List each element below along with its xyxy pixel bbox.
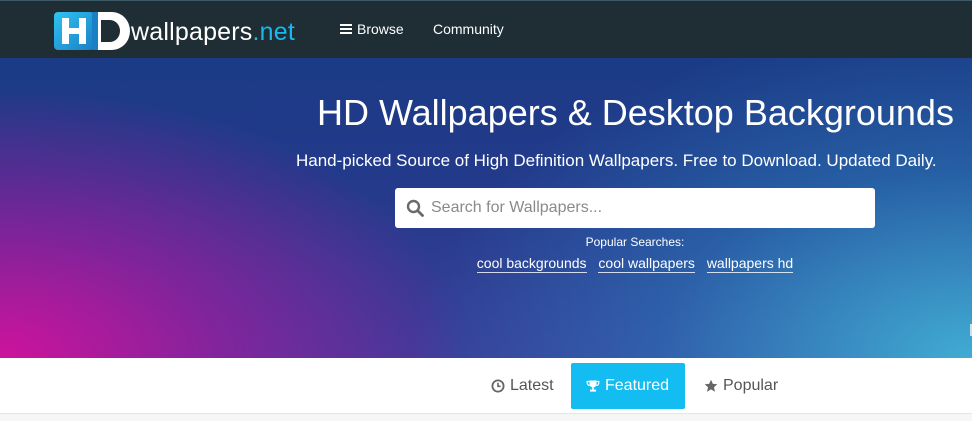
star-icon — [704, 379, 718, 392]
tab-latest-label: Latest — [510, 377, 554, 394]
nav-browse-label: Browse — [357, 21, 404, 37]
hamburger-menu-icon — [340, 24, 352, 34]
site-logo[interactable]: wallpapers.net — [54, 12, 295, 50]
popular-link-cool-wallpapers[interactable]: cool wallpapers — [598, 255, 695, 273]
tab-latest[interactable]: Latest — [477, 363, 568, 409]
trophy-icon — [586, 380, 600, 392]
logo-text: wallpapers.net — [131, 18, 295, 47]
tab-featured-label: Featured — [605, 377, 670, 394]
nav-community-label: Community — [433, 21, 504, 37]
popular-searches-links: cool backgrounds cool wallpapers wallpap… — [395, 255, 875, 273]
tab-popular-label: Popular — [723, 377, 779, 394]
popular-link-wallpapers-hd[interactable]: wallpapers hd — [706, 255, 794, 273]
popular-link-cool-backgrounds[interactable]: cool backgrounds — [476, 255, 587, 273]
hero-title: HD Wallpapers & Desktop Backgrounds — [317, 92, 954, 133]
nav-browse-button[interactable]: Browse — [340, 21, 404, 37]
popular-searches-label: Popular Searches: — [585, 235, 685, 249]
search-box[interactable] — [395, 188, 875, 228]
wallpaper-tabs: Latest Featured Popular — [0, 358, 972, 414]
clock-icon — [491, 379, 505, 393]
search-icon — [406, 199, 424, 217]
hd-logo-mark — [54, 12, 130, 50]
logo-text-main: wallpapers — [131, 17, 253, 46]
search-input[interactable] — [431, 188, 875, 228]
tab-popular[interactable]: Popular — [690, 363, 792, 409]
nav-community-link[interactable]: Community — [433, 21, 504, 37]
top-navbar: wallpapers.net Browse Community — [0, 0, 972, 58]
tab-featured[interactable]: Featured — [571, 363, 685, 409]
hero-banner: HD Wallpapers & Desktop Backgrounds Hand… — [0, 58, 972, 358]
logo-text-tld: .net — [252, 17, 296, 46]
hero-subtitle: Hand-picked Source of High Definition Wa… — [296, 151, 937, 170]
